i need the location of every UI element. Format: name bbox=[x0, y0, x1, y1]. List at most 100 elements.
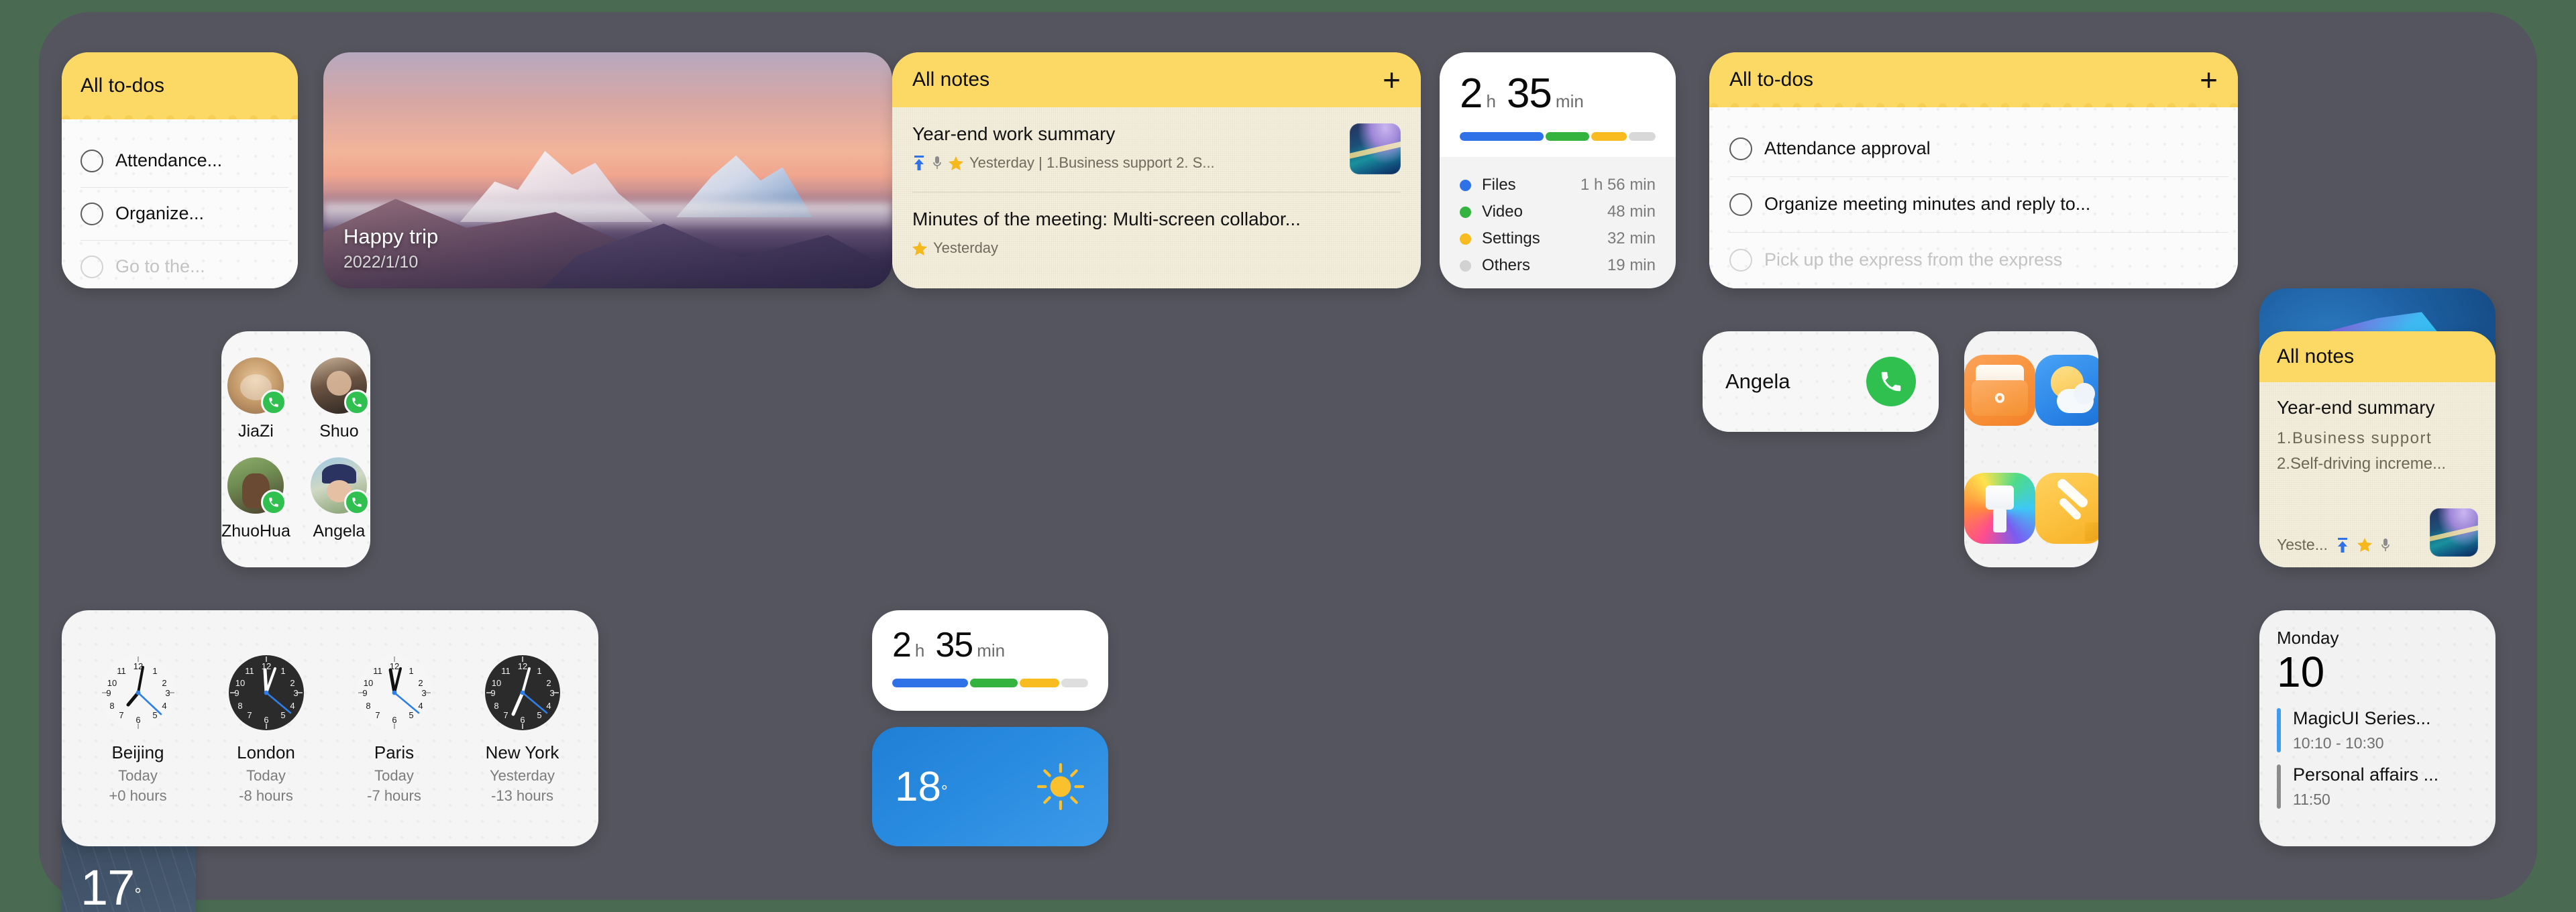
todo-item[interactable]: Go to the... bbox=[80, 240, 298, 288]
legend-row: Video 48 min bbox=[1460, 198, 1656, 225]
photo-caption: Happy trip 2022/1/10 bbox=[343, 225, 438, 272]
svg-text:8: 8 bbox=[366, 701, 370, 711]
clock-offset: -7 hours bbox=[367, 787, 421, 804]
clock-city: London bbox=[237, 742, 295, 762]
svg-text:3: 3 bbox=[549, 688, 554, 698]
todo-item[interactable]: Organize... bbox=[80, 187, 298, 240]
todo-item[interactable]: Attendance approval bbox=[1729, 121, 2238, 176]
note-meta: Yesterday | 1.Business support 2. S... bbox=[912, 154, 1336, 172]
add-note-button[interactable]: + bbox=[1383, 64, 1401, 95]
widget-all-notes-wide[interactable]: All notes + Year-end work summary Yester… bbox=[892, 52, 1421, 288]
svg-text:8: 8 bbox=[494, 701, 498, 711]
screen-time-hours: 2 bbox=[1460, 70, 1483, 117]
contact-entry[interactable]: ZhuoHua bbox=[221, 457, 290, 541]
todo-checkbox[interactable] bbox=[1729, 192, 1752, 216]
screen-time-minutes: 35 bbox=[1506, 70, 1552, 117]
svg-text:6: 6 bbox=[136, 715, 140, 725]
bar-segment-video bbox=[970, 679, 1018, 687]
svg-text:1: 1 bbox=[409, 666, 413, 676]
todo-item[interactable]: Pick up the express from the express bbox=[1729, 232, 2238, 288]
svg-text:3: 3 bbox=[165, 688, 170, 698]
clock-city: Paris bbox=[374, 742, 415, 762]
widget-photo-happy-trip-mountain[interactable]: Happy trip 2022/1/10 bbox=[323, 52, 892, 288]
avatar[interactable] bbox=[227, 457, 287, 515]
notes-app-icon[interactable] bbox=[2035, 473, 2098, 544]
degree-symbol: ° bbox=[134, 884, 142, 905]
svg-text:4: 4 bbox=[162, 701, 166, 711]
legend-dot bbox=[1460, 260, 1471, 272]
avatar[interactable] bbox=[311, 357, 370, 415]
home-screen-widget-board: All to-dos Attendance... Organize... Go … bbox=[0, 0, 2576, 912]
themes-app-icon[interactable] bbox=[1964, 473, 2035, 544]
svg-text:3: 3 bbox=[421, 688, 426, 698]
svg-text:11: 11 bbox=[117, 666, 126, 676]
add-todo-button[interactable]: + bbox=[2200, 64, 2218, 95]
clock-offset: -8 hours bbox=[239, 787, 293, 804]
calendar-event[interactable]: Personal affairs ... 11:50 bbox=[2277, 764, 2478, 809]
avatar[interactable] bbox=[311, 457, 370, 515]
clock-entry: 12 1 2 345 678 9 10 11 London Today -8 hours bbox=[226, 652, 307, 805]
todo-checkbox[interactable] bbox=[80, 149, 103, 172]
widget-weather-sun-small[interactable]: 18° bbox=[872, 727, 1108, 846]
legend-dot bbox=[1460, 233, 1471, 245]
bar-segment-settings bbox=[1019, 679, 1060, 687]
notes-small-header: All notes bbox=[2259, 331, 2496, 382]
todo-checkbox[interactable] bbox=[80, 255, 103, 278]
widget-calendar[interactable]: Monday 10 MagicUI Series... 10:10 - 10:3… bbox=[2259, 610, 2496, 846]
note-row[interactable]: Minutes of the meeting: Multi-screen col… bbox=[912, 209, 1401, 257]
widget-world-clock[interactable]: 12 1 2 345 678 9 10 11 Beijing Today +0 hour… bbox=[62, 610, 598, 846]
legend-dot bbox=[1460, 206, 1471, 218]
screen-time-hours-unit: h bbox=[1486, 91, 1496, 111]
phone-icon[interactable] bbox=[344, 490, 370, 515]
todo-item[interactable]: Organize meeting minutes and reply to... bbox=[1729, 176, 2238, 232]
legend-name: Files bbox=[1482, 176, 1516, 194]
svg-text:8: 8 bbox=[109, 701, 114, 711]
legend-name: Others bbox=[1482, 256, 1531, 274]
note-row[interactable]: Year-end work summary Yesterday | 1.Busi… bbox=[912, 123, 1401, 174]
widget-screen-time-compact[interactable]: 2 h 35 min bbox=[872, 610, 1108, 711]
clock-day: Yesterday bbox=[489, 766, 555, 784]
screen-time-minutes-unit: min bbox=[1555, 91, 1584, 111]
widget-all-notes-small[interactable]: All notes Year-end summary 1.Business su… bbox=[2259, 331, 2496, 567]
note-meta-text: Yesterday bbox=[933, 239, 999, 256]
screen-time-bar bbox=[1460, 132, 1656, 141]
clock-entry: 12 1 2 345 678 9 10 11 Paris Today -7 hours bbox=[354, 652, 435, 805]
contact-entry[interactable]: JiaZi bbox=[227, 357, 287, 441]
clock-entry: 12 1 2 345 678 9 10 11 Beijing Today +0 hour… bbox=[98, 652, 178, 805]
todo-small-header: All to-dos bbox=[62, 52, 298, 124]
todo-checkbox[interactable] bbox=[1729, 137, 1752, 160]
note-title: Minutes of the meeting: Multi-screen col… bbox=[912, 209, 1301, 229]
todo-item[interactable]: Attendance... bbox=[80, 134, 298, 187]
widget-app-shortcuts[interactable] bbox=[1964, 331, 2098, 567]
widget-quick-call[interactable]: Angela bbox=[1703, 331, 1939, 432]
todo-item-label: Attendance... bbox=[115, 150, 223, 170]
widget-all-todos-small[interactable]: All to-dos Attendance... Organize... Go … bbox=[62, 52, 298, 288]
phone-icon[interactable] bbox=[344, 390, 370, 415]
svg-text:10: 10 bbox=[107, 678, 116, 688]
note-meta-text: Yeste... bbox=[2277, 536, 2328, 553]
bar-segment-others bbox=[1629, 132, 1656, 141]
phone-icon[interactable] bbox=[261, 390, 287, 415]
sun-icon bbox=[1036, 762, 1085, 811]
widget-screen-time[interactable]: 2 h 35 min Files 1 h 56 min Video 48 min… bbox=[1440, 52, 1676, 288]
contact-entry[interactable]: Angela bbox=[311, 457, 370, 541]
legend-value: 48 min bbox=[1607, 203, 1656, 221]
svg-text:12: 12 bbox=[517, 661, 527, 671]
note-title: Year-end summary bbox=[2277, 397, 2435, 418]
todo-checkbox[interactable] bbox=[80, 202, 103, 225]
files-app-icon[interactable] bbox=[1964, 355, 2035, 426]
todo-checkbox[interactable] bbox=[1729, 248, 1752, 272]
weather-app-icon[interactable] bbox=[2035, 355, 2098, 426]
phone-icon[interactable] bbox=[1866, 357, 1916, 406]
avatar[interactable] bbox=[227, 357, 287, 415]
calendar-event[interactable]: MagicUI Series... 10:10 - 10:30 bbox=[2277, 708, 2478, 753]
svg-text:11: 11 bbox=[501, 666, 511, 676]
contact-name: ZhuoHua bbox=[221, 522, 290, 540]
svg-text:2: 2 bbox=[418, 678, 423, 688]
note-meta: Yeste... bbox=[2277, 536, 2391, 554]
widget-all-todos-wide[interactable]: All to-dos + Attendance approval Organiz… bbox=[1709, 52, 2238, 288]
pin-icon bbox=[2337, 537, 2347, 553]
contact-entry[interactable]: Shuo bbox=[311, 357, 370, 441]
widget-contacts[interactable]: JiaZi Shuo ZhuoHua Angela bbox=[221, 331, 370, 567]
phone-icon[interactable] bbox=[261, 490, 287, 515]
